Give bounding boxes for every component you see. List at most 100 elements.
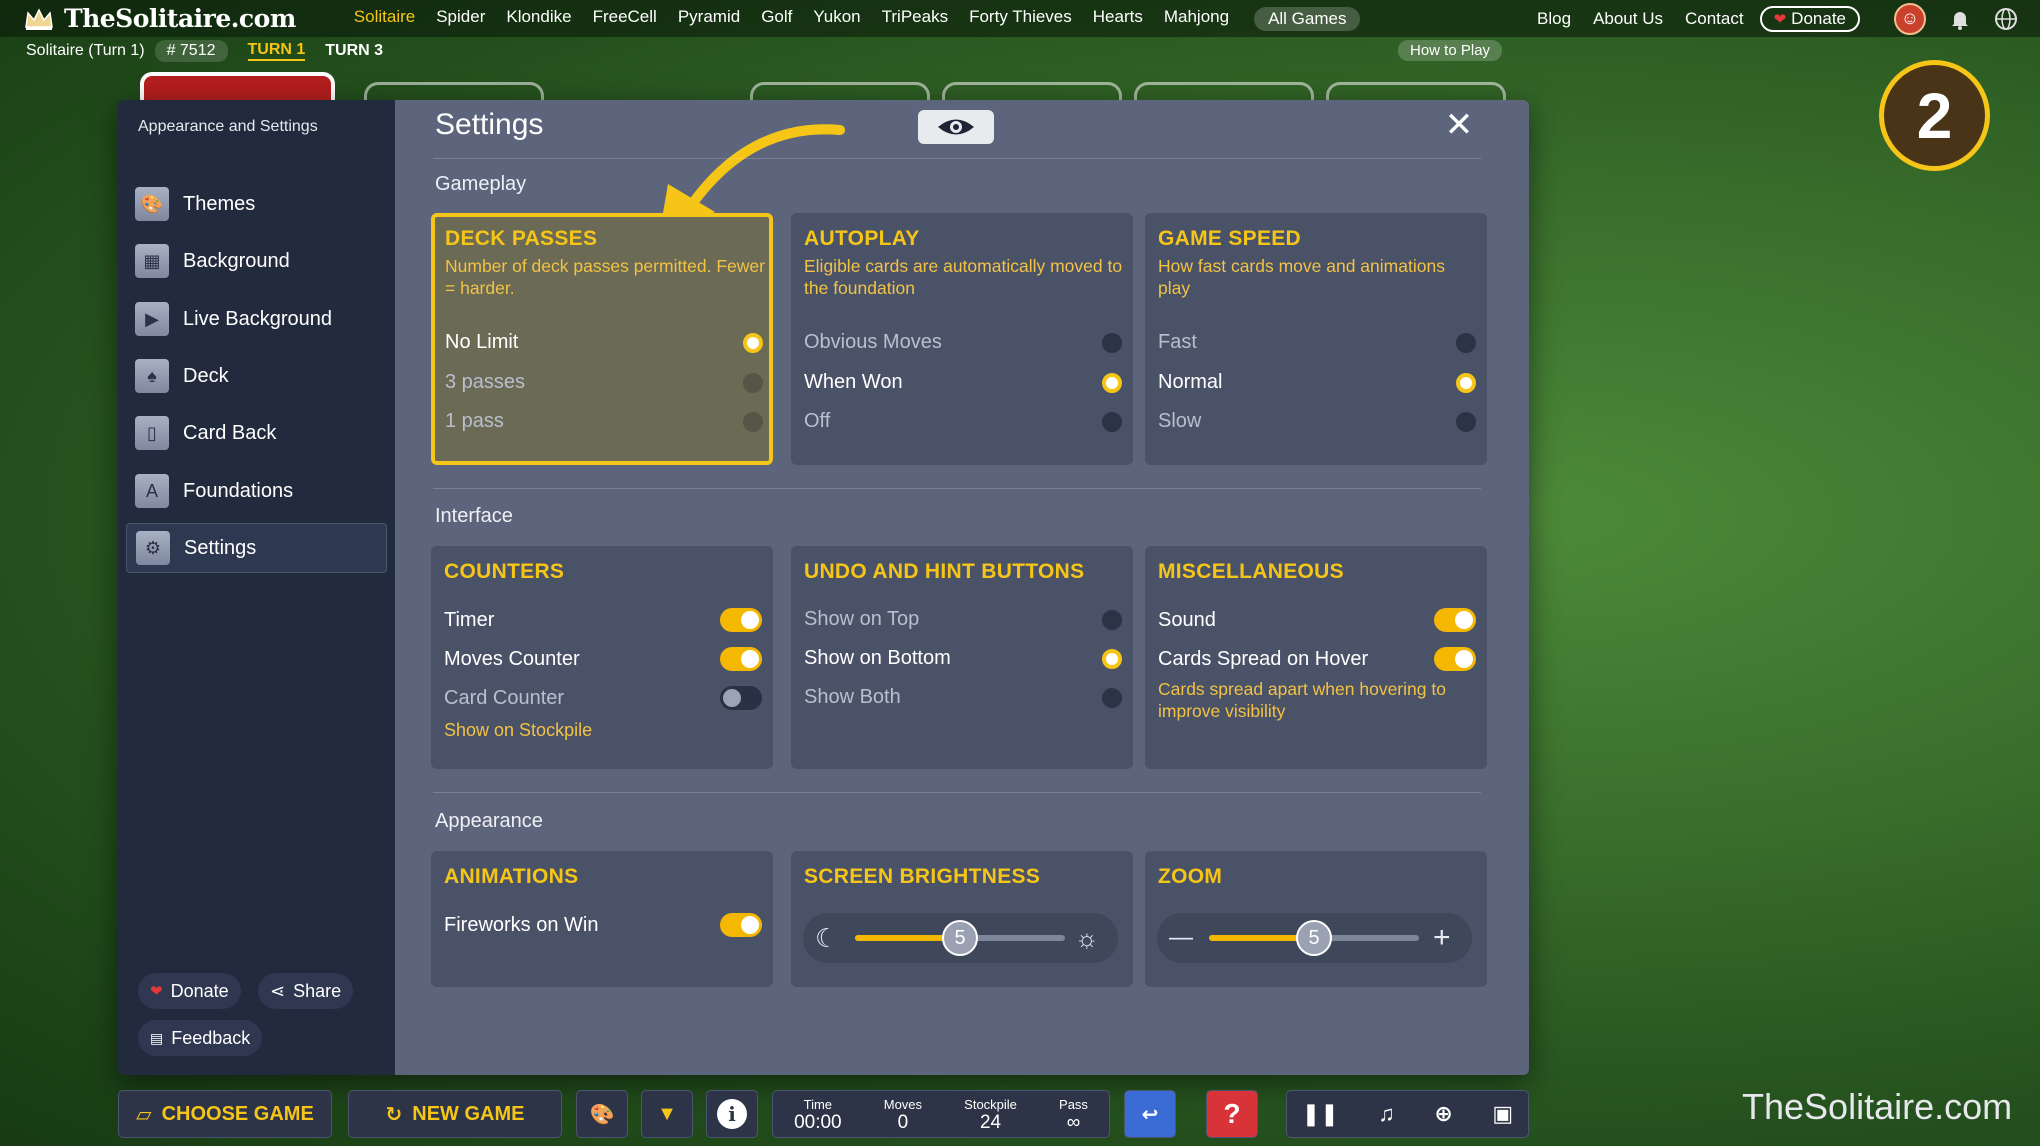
tab-turn-3[interactable]: TURN 3 xyxy=(325,42,383,60)
tab-turn-1[interactable]: TURN 1 xyxy=(247,41,306,61)
slider-knob[interactable]: 5 xyxy=(1296,920,1332,956)
nav-freecell[interactable]: FreeCell xyxy=(593,7,657,31)
fireworks-toggle[interactable] xyxy=(720,913,762,937)
nav-pyramid[interactable]: Pyramid xyxy=(678,7,740,31)
choose-game-button[interactable]: ▱ CHOOSE GAME xyxy=(118,1090,332,1138)
radio[interactable] xyxy=(1102,411,1122,432)
option-fireworks[interactable]: Fireworks on Win xyxy=(444,913,762,937)
cards-spread-toggle[interactable] xyxy=(1434,647,1476,671)
option-cards-spread[interactable]: Cards Spread on Hover xyxy=(1158,647,1476,671)
game-number[interactable]: # 7512 xyxy=(154,40,228,62)
nav-spider[interactable]: Spider xyxy=(436,7,485,31)
new-game-button[interactable]: ↻ NEW GAME xyxy=(348,1090,562,1138)
all-games-button[interactable]: All Games xyxy=(1254,6,1361,31)
preview-eye-button[interactable] xyxy=(918,110,994,144)
option-1-pass[interactable]: 1 pass xyxy=(445,410,763,433)
radio-selected[interactable] xyxy=(743,332,763,353)
site-logo[interactable]: TheSolitaire.com xyxy=(24,4,296,33)
slider-track[interactable]: 5 xyxy=(1209,920,1419,956)
sidebar-donate-button[interactable]: ❤ Donate xyxy=(138,973,241,1009)
globe-icon[interactable] xyxy=(1994,7,2018,31)
sidebar-item-deck[interactable]: ♠ Deck xyxy=(126,351,387,401)
option-sound[interactable]: Sound xyxy=(1158,608,1476,632)
bell-icon[interactable] xyxy=(1948,7,1972,31)
sidebar-item-settings[interactable]: ⚙ Settings xyxy=(126,523,387,573)
nav-golf[interactable]: Golf xyxy=(761,7,792,31)
timer-toggle[interactable] xyxy=(720,608,762,632)
minus-icon[interactable]: — xyxy=(1169,924,1193,952)
slider-track[interactable]: 5 xyxy=(855,920,1065,956)
radio[interactable] xyxy=(1102,687,1122,708)
option-3-passes[interactable]: 3 passes xyxy=(445,371,763,394)
info-button[interactable]: i xyxy=(706,1090,758,1138)
zoom-slider[interactable]: — 5 + xyxy=(1157,913,1472,963)
close-icon[interactable]: ✕ xyxy=(1441,108,1477,144)
option-off[interactable]: Off xyxy=(804,410,1122,433)
plus-icon[interactable]: + xyxy=(1433,921,1451,955)
eye-icon xyxy=(938,119,974,135)
radio[interactable] xyxy=(743,411,763,432)
undo-icon: ↩ xyxy=(1141,1103,1159,1126)
sidebar-item-live-background[interactable]: ▶ Live Background xyxy=(126,294,387,344)
option-timer[interactable]: Timer xyxy=(444,608,762,632)
pause-icon[interactable]: ❚❚ xyxy=(1302,1101,1339,1127)
zoom-in-icon[interactable]: ⊕ xyxy=(1434,1101,1452,1127)
nav-forty-thieves[interactable]: Forty Thieves xyxy=(969,7,1072,31)
radio-selected[interactable] xyxy=(1456,372,1476,393)
sidebar-item-foundations[interactable]: A Foundations xyxy=(126,466,387,516)
option-show-on-bottom[interactable]: Show on Bottom xyxy=(804,647,1122,670)
nav-yukon[interactable]: Yukon xyxy=(813,7,860,31)
option-when-won[interactable]: When Won xyxy=(804,371,1122,394)
option-fast[interactable]: Fast xyxy=(1158,331,1476,354)
nav-hearts[interactable]: Hearts xyxy=(1093,7,1143,31)
nav-tripeaks[interactable]: TriPeaks xyxy=(882,7,948,31)
nav-solitaire[interactable]: Solitaire xyxy=(354,7,415,31)
option-label: Show on Bottom xyxy=(804,647,951,669)
option-show-on-top[interactable]: Show on Top xyxy=(804,608,1122,631)
brightness-slider[interactable]: ☾ 5 ☼ xyxy=(803,913,1118,963)
sidebar-item-card-back[interactable]: ▯ Card Back xyxy=(126,408,387,458)
sidebar-title: Appearance and Settings xyxy=(138,118,318,135)
option-slow[interactable]: Slow xyxy=(1158,410,1476,433)
nav-mahjong[interactable]: Mahjong xyxy=(1164,7,1229,31)
card-counter-toggle[interactable] xyxy=(720,686,762,710)
nav-about[interactable]: About Us xyxy=(1593,9,1663,29)
nav-klondike[interactable]: Klondike xyxy=(506,7,571,31)
option-card-counter[interactable]: Card Counter xyxy=(444,686,762,710)
option-no-limit[interactable]: No Limit xyxy=(445,331,763,354)
nav-contact[interactable]: Contact xyxy=(1685,9,1744,29)
hint-button[interactable]: ? xyxy=(1206,1090,1258,1138)
option-normal[interactable]: Normal xyxy=(1158,371,1476,394)
option-obvious-moves[interactable]: Obvious Moves xyxy=(804,331,1122,354)
avatar[interactable]: ☺ xyxy=(1894,2,1926,35)
radio[interactable] xyxy=(1102,609,1122,630)
option-moves-counter[interactable]: Moves Counter xyxy=(444,647,762,671)
music-icon[interactable]: ♫ xyxy=(1378,1101,1395,1127)
option-label: 1 pass xyxy=(445,410,504,432)
radio[interactable] xyxy=(743,372,763,393)
dropdown-button[interactable]: ▼ xyxy=(641,1090,693,1138)
share-button[interactable]: ⋖ Share xyxy=(258,973,354,1009)
radio[interactable] xyxy=(1456,332,1476,353)
sound-toggle[interactable] xyxy=(1434,608,1476,632)
radio[interactable] xyxy=(1456,411,1476,432)
sidebar-item-label: Background xyxy=(183,249,290,272)
moves-counter-toggle[interactable] xyxy=(720,647,762,671)
how-to-play-button[interactable]: How to Play xyxy=(1398,40,1503,61)
radio[interactable] xyxy=(1102,332,1122,353)
feedback-button[interactable]: ▤ Feedback xyxy=(138,1020,263,1056)
slider-knob[interactable]: 5 xyxy=(942,920,978,956)
radio-selected[interactable] xyxy=(1102,648,1122,669)
fullscreen-icon[interactable]: ▣ xyxy=(1492,1101,1513,1127)
settings-panel: Settings ✕ Gameplay DECK PASSES Number o… xyxy=(395,100,1529,1075)
sidebar-item-label: Settings xyxy=(184,536,257,559)
option-show-both[interactable]: Show Both xyxy=(804,686,1122,709)
sidebar-item-background[interactable]: ▦ Background xyxy=(126,236,387,286)
nav-blog[interactable]: Blog xyxy=(1537,9,1571,29)
donate-button[interactable]: ❤ Donate xyxy=(1759,5,1860,32)
undo-button[interactable]: ↩ xyxy=(1124,1090,1176,1138)
show-on-stockpile-link[interactable]: Show on Stockpile xyxy=(444,720,592,741)
radio-selected[interactable] xyxy=(1102,372,1122,393)
palette-button[interactable]: 🎨 xyxy=(576,1090,628,1138)
sidebar-item-themes[interactable]: 🎨 Themes xyxy=(126,179,387,229)
